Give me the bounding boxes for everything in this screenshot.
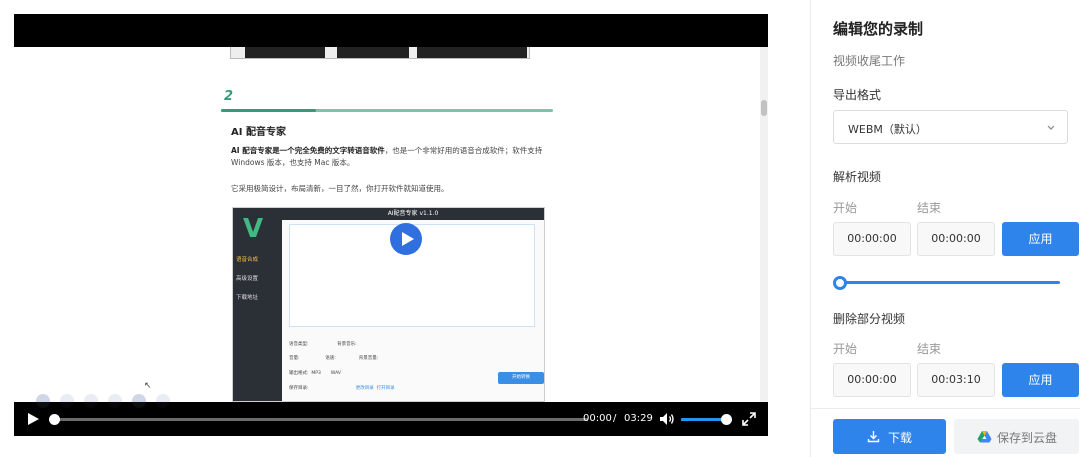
panel-subtitle: 视频收尾工作 <box>833 54 906 68</box>
parse-apply-button[interactable]: 应用 <box>1002 222 1079 256</box>
player-controls: 00:00 / 03:29 <box>14 402 768 436</box>
export-format-label: 导出格式 <box>833 88 882 102</box>
download-label: 下载 <box>888 431 913 445</box>
duration: 03:29 <box>624 413 653 424</box>
panel-title: 编辑您的录制 <box>833 20 924 38</box>
fullscreen-icon[interactable] <box>741 411 757 427</box>
download-icon <box>867 431 880 443</box>
app-row: 音量: 语速: 背景音量: <box>289 356 379 361</box>
editor-page: 2 AI 配音专家 AI 配音专家是一个完全免费的文字转语音软件，也是一个非常好… <box>0 0 1080 457</box>
app-nav-item: 下载地址 <box>236 295 259 301</box>
volume-handle[interactable] <box>721 414 732 425</box>
parse-start-label: 开始 <box>833 201 858 215</box>
app-screenshot: V 语音合成 高级设置 下载地址 AI配音专家 v1.1.0 语音类型: 背景音… <box>232 207 545 402</box>
play-overlay-icon[interactable] <box>390 223 422 255</box>
play-icon[interactable] <box>28 413 39 425</box>
edit-panel: 编辑您的录制 视频收尾工作 导出格式 WEBM（默认） 解析视频 开始 结束 0… <box>810 0 1080 457</box>
chevron-down-icon <box>1047 125 1055 130</box>
seek-bar[interactable] <box>49 414 588 425</box>
download-button[interactable]: 下载 <box>833 419 946 454</box>
mouse-cursor-icon: ↖ <box>144 381 152 391</box>
step-number: 2 <box>224 89 234 104</box>
delete-apply-button[interactable]: 应用 <box>1002 363 1079 397</box>
frame-scrollbar <box>760 47 768 402</box>
app-start-button: 开始转换 <box>498 372 544 384</box>
app-nav-item: 高级设置 <box>236 276 259 282</box>
step-progress <box>221 109 553 112</box>
article-heading: AI 配音专家 <box>231 127 286 138</box>
app-row: 输出格式: MP3 WAV <box>289 371 341 376</box>
save-cloud-button[interactable]: 保存到云盘 <box>954 419 1079 454</box>
frame-top-snippet <box>230 47 530 59</box>
delete-start-label: 开始 <box>833 342 858 356</box>
video-frame: 2 AI 配音专家 AI 配音专家是一个完全免费的文字转语音软件，也是一个非常好… <box>14 47 768 402</box>
app-nav-item: 语音合成 <box>236 257 259 263</box>
google-drive-icon <box>977 431 992 443</box>
parse-start-input[interactable]: 00:00:00 <box>833 222 911 256</box>
article-paragraph-2: 它采用极简设计，布局清新，一目了然，你打开软件就知道使用。 <box>231 184 449 193</box>
delete-section-label: 删除部分视频 <box>833 312 906 326</box>
preview-area: 2 AI 配音专家 AI 配音专家是一个完全免费的文字转语音软件，也是一个非常好… <box>0 0 810 457</box>
volume-icon[interactable] <box>659 412 675 426</box>
article-paragraph-1: AI 配音专家是一个完全免费的文字转语音软件，也是一个非常好用的语音合成软件；软… <box>231 146 543 167</box>
range-slider[interactable] <box>833 276 1060 290</box>
vue-logo-icon: V <box>243 214 264 244</box>
delete-end-label: 结束 <box>917 342 942 356</box>
delete-start-input[interactable]: 00:00:00 <box>833 363 911 397</box>
panel-divider <box>811 408 1080 409</box>
seek-handle[interactable] <box>49 414 60 425</box>
app-title: AI配音专家 v1.1.0 <box>282 208 544 220</box>
export-format-value: WEBM（默认） <box>848 123 927 136</box>
parse-video-label: 解析视频 <box>833 170 882 184</box>
time-separator: / <box>613 413 617 424</box>
current-time: 00:00 <box>583 413 612 424</box>
app-sidebar: V 语音合成 高级设置 下载地址 <box>233 208 282 401</box>
parse-end-input[interactable]: 00:00:00 <box>917 222 995 256</box>
app-row: 保存目录: 更改目录 打开目录 <box>289 386 395 391</box>
save-cloud-label: 保存到云盘 <box>997 431 1058 445</box>
video-player[interactable]: 2 AI 配音专家 AI 配音专家是一个完全免费的文字转语音软件，也是一个非常好… <box>14 14 768 436</box>
range-slider-handle[interactable] <box>833 276 847 290</box>
app-row: 语音类型: 背景音乐: <box>289 342 357 347</box>
export-format-select[interactable]: WEBM（默认） <box>833 110 1068 144</box>
parse-end-label: 结束 <box>917 201 942 215</box>
delete-end-input[interactable]: 00:03:10 <box>917 363 995 397</box>
